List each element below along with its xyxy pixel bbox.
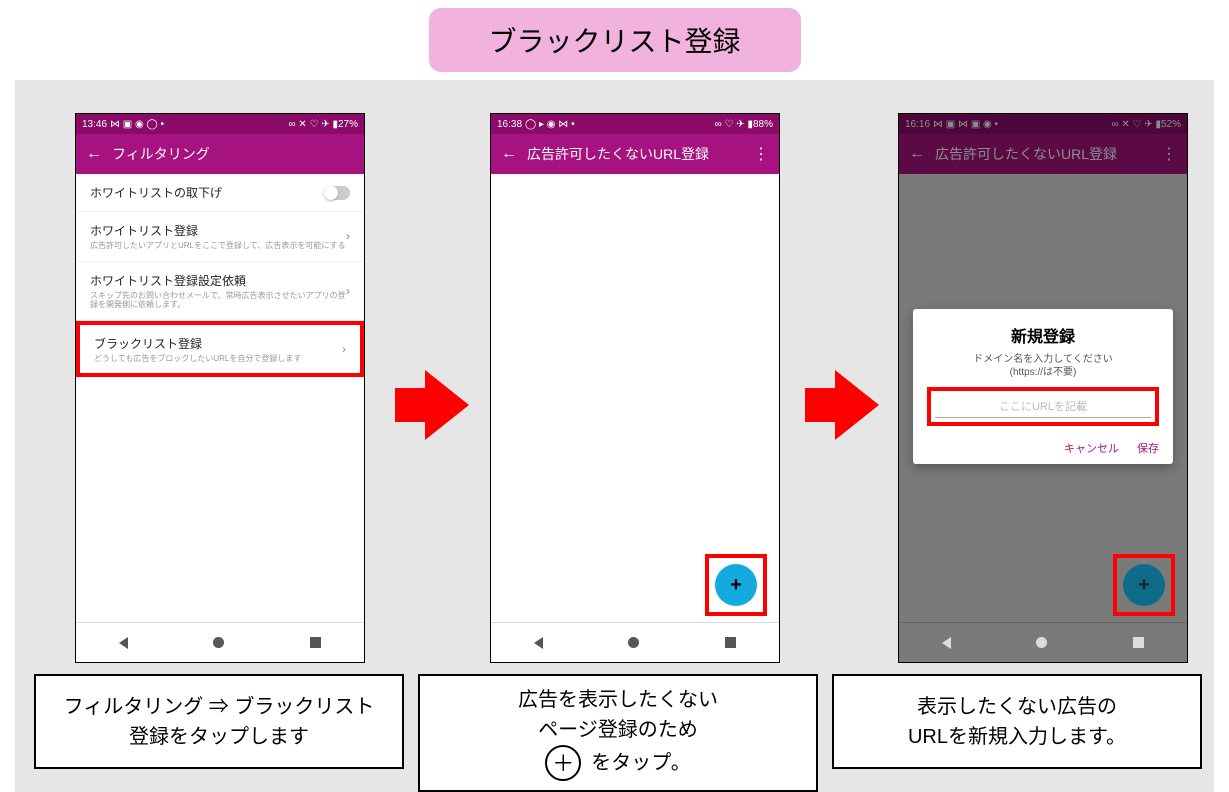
status-time: 13:46 xyxy=(82,119,107,130)
dialog-title: 新規登録 xyxy=(927,323,1159,347)
nav-back-icon[interactable] xyxy=(942,637,951,649)
app-bar-title: フィルタリング xyxy=(112,144,354,164)
page-title-banner: ブラックリスト登録 xyxy=(428,8,800,72)
status-icons-left: ◯ ▸ ◉ ⋈ • xyxy=(525,119,575,130)
status-icons-left: ⋈ ▣ ◉ ◯ • xyxy=(110,119,164,130)
nav-bar xyxy=(899,622,1187,662)
more-icon[interactable]: ⋮ xyxy=(753,144,769,164)
toggle-switch[interactable] xyxy=(324,186,350,200)
status-time: 16:38 xyxy=(497,119,522,130)
nav-recent-icon[interactable] xyxy=(1133,637,1144,648)
caption-3: 表示したくない広告の URLを新規入力します。 xyxy=(832,674,1202,769)
nav-back-icon[interactable] xyxy=(534,637,543,649)
cancel-button[interactable]: キャンセル xyxy=(1064,440,1119,456)
chevron-right-icon: › xyxy=(346,229,350,243)
nav-bar xyxy=(76,622,364,662)
status-bar: 16:16 ⋈ ▣ ⋈ ▣ ◉ • ∞ ✕ ♡ ✈ ▮52% xyxy=(899,114,1187,134)
app-bar: ← 広告許可したくないURL登録 ⋮ xyxy=(491,134,779,174)
nav-recent-icon[interactable] xyxy=(725,637,736,648)
plus-circle-icon: ＋ xyxy=(545,745,581,781)
app-bar-title: 広告許可したくないURL登録 xyxy=(935,144,1151,164)
caption-1: フィルタリング ⇒ ブラックリスト 登録をタップします xyxy=(34,674,404,769)
fab-highlight-box: + xyxy=(1113,554,1175,616)
item-label: ホワイトリスト登録 xyxy=(90,222,346,239)
dialog-subtitle: ドメイン名を入力してください (https://は不要) xyxy=(927,353,1159,379)
list-item[interactable]: ホワイトリスト登録 広告許可したいアプリとURLをここで登録して、広告表示を可能… xyxy=(76,212,364,262)
more-icon[interactable]: ⋮ xyxy=(1161,144,1177,164)
add-fab-button[interactable]: + xyxy=(1123,564,1165,606)
status-icons-right: ∞ ♡ ✈ ▮88% xyxy=(715,119,773,130)
list-item[interactable]: ホワイトリストの取下げ xyxy=(76,174,364,212)
fab-highlight-box: + xyxy=(705,554,767,616)
nav-home-icon[interactable] xyxy=(628,637,639,648)
nav-home-icon[interactable] xyxy=(1036,637,1047,648)
item-sublabel: スキップ先のお問い合わせメールで、常時広告表示させたいアプリの登録を開発側に依頼… xyxy=(90,291,346,310)
list-item-blacklist[interactable]: ブラックリスト登録 どうしても広告をブロックしたいURLを自分で登録します › xyxy=(80,325,360,374)
item-sublabel: 広告許可したいアプリとURLをここで登録して、広告表示を可能にする xyxy=(90,241,346,251)
nav-back-icon[interactable] xyxy=(119,637,128,649)
input-highlight-box: ここにURLを記載 xyxy=(927,387,1159,426)
status-time: 16:16 xyxy=(905,119,930,130)
back-icon[interactable]: ← xyxy=(86,145,102,163)
item-label: ブラックリスト登録 xyxy=(94,335,342,352)
status-bar: 16:38 ◯ ▸ ◉ ⋈ • ∞ ♡ ✈ ▮88% xyxy=(491,114,779,134)
app-bar: ← 広告許可したくないURL登録 ⋮ xyxy=(899,134,1187,174)
phone-screenshot-2: 16:38 ◯ ▸ ◉ ⋈ • ∞ ♡ ✈ ▮88% ← 広告許可したくないUR… xyxy=(490,113,780,663)
url-input[interactable]: ここにURLを記載 xyxy=(935,395,1151,418)
status-bar: 13:46 ⋈ ▣ ◉ ◯ • ∞ ✕ ♡ ✈ ▮27% xyxy=(76,114,364,134)
phone-screenshot-3: 16:16 ⋈ ▣ ⋈ ▣ ◉ • ∞ ✕ ♡ ✈ ▮52% ← 広告許可したく… xyxy=(898,113,1188,663)
nav-recent-icon[interactable] xyxy=(310,637,321,648)
status-icons-left: ⋈ ▣ ⋈ ▣ ◉ • xyxy=(933,119,998,130)
back-icon[interactable]: ← xyxy=(909,145,925,163)
status-icons-right: ∞ ✕ ♡ ✈ ▮27% xyxy=(289,119,358,130)
caption-2: 広告を表示したくない ページ登録のため ＋ をタップ。 xyxy=(418,674,818,792)
list-item[interactable]: ホワイトリスト登録設定依頼 スキップ先のお問い合わせメールで、常時広告表示させた… xyxy=(76,262,364,321)
item-sublabel: どうしても広告をブロックしたいURLを自分で登録します xyxy=(94,354,342,364)
chevron-right-icon: › xyxy=(346,284,350,298)
save-button[interactable]: 保存 xyxy=(1137,440,1159,456)
status-icons-right: ∞ ✕ ♡ ✈ ▮52% xyxy=(1112,119,1181,130)
app-bar-title: 広告許可したくないURL登録 xyxy=(527,144,743,164)
item-label: ホワイトリストの取下げ xyxy=(90,184,324,201)
add-fab-button[interactable]: + xyxy=(715,564,757,606)
item-label: ホワイトリスト登録設定依頼 xyxy=(90,272,346,289)
highlight-box: ブラックリスト登録 どうしても広告をブロックしたいURLを自分で登録します › xyxy=(76,321,364,378)
new-register-dialog: 新規登録 ドメイン名を入力してください (https://は不要) ここにURL… xyxy=(913,309,1173,464)
back-icon[interactable]: ← xyxy=(501,145,517,163)
nav-bar xyxy=(491,622,779,662)
phone-screenshot-1: 13:46 ⋈ ▣ ◉ ◯ • ∞ ✕ ♡ ✈ ▮27% ← フィルタリング ホ… xyxy=(75,113,365,663)
nav-home-icon[interactable] xyxy=(213,637,224,648)
chevron-right-icon: › xyxy=(342,342,346,356)
app-bar: ← フィルタリング xyxy=(76,134,364,174)
